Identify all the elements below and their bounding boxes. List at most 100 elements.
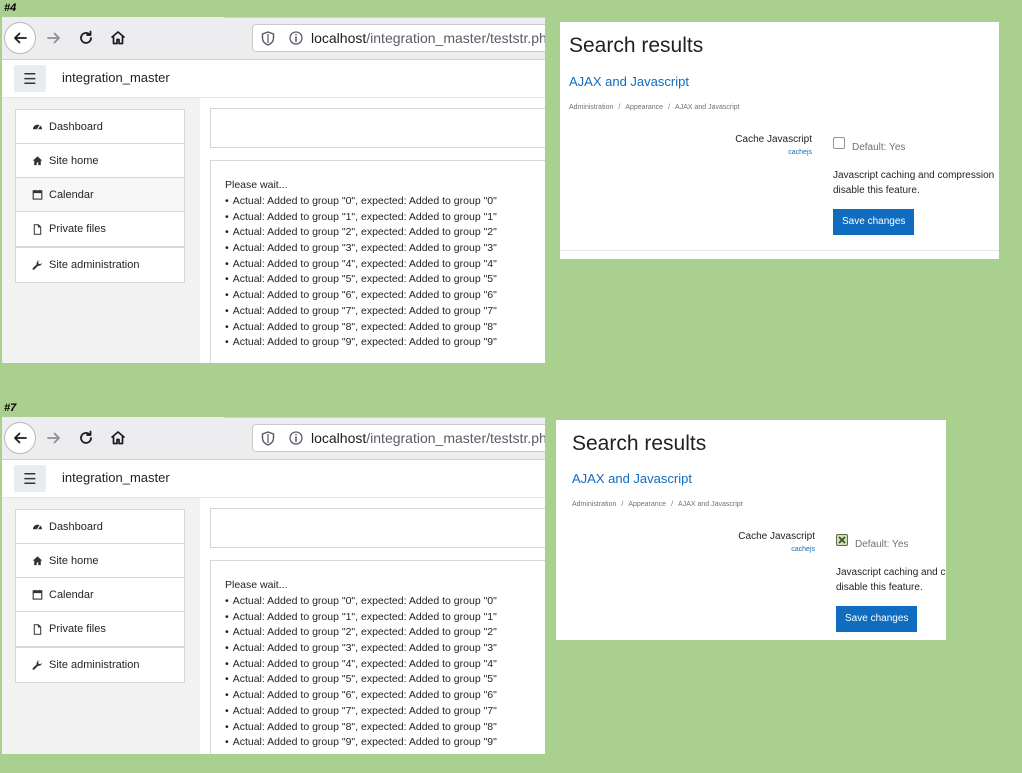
result-list: Actual: Added to group "0", expected: Ad… <box>225 194 497 351</box>
panel-label: #4 <box>4 2 17 14</box>
list-item: Actual: Added to group "4", expected: Ad… <box>225 657 497 673</box>
site-name[interactable]: integration_master <box>62 70 170 85</box>
test-output-card: Please wait... Actual: Added to group "0… <box>210 160 545 363</box>
file-icon <box>33 623 42 635</box>
search-results-panel: Search results AJAX and Javascript Admin… <box>556 420 946 640</box>
nav-item-site-home[interactable]: Site home <box>16 144 184 178</box>
shield-icon <box>261 431 275 446</box>
admin-nav: Site administration <box>15 647 185 683</box>
browser-toolbar: localhost/integration_master/teststr.php <box>2 417 545 460</box>
cache-javascript-checkbox[interactable] <box>833 137 845 149</box>
default-value: Default: Yes <box>855 539 909 550</box>
cache-javascript-checkbox[interactable] <box>836 534 848 546</box>
page-header-card <box>210 108 545 148</box>
drawer-toggle-button[interactable]: ☰ <box>14 65 46 92</box>
list-item: Actual: Added to group "0", expected: Ad… <box>225 594 497 610</box>
nav-item-dashboard[interactable]: Dashboard <box>16 110 184 144</box>
hamburger-icon: ☰ <box>23 70 37 88</box>
list-item: Actual: Added to group "9", expected: Ad… <box>225 335 497 351</box>
wrench-icon <box>32 659 42 670</box>
info-icon <box>289 431 303 445</box>
nav-item-dashboard[interactable]: Dashboard <box>16 510 184 544</box>
list-item: Actual: Added to group "8", expected: Ad… <box>225 720 497 736</box>
page-title: Search results <box>572 432 707 455</box>
breadcrumb-item[interactable]: AJAX and Javascript <box>678 501 743 508</box>
list-item: Actual: Added to group "5", expected: Ad… <box>225 272 497 288</box>
nav-item-site-administration[interactable]: Site administration <box>16 248 184 282</box>
breadcrumb: Administration / Appearance / AJAX and Javas… <box>569 104 740 111</box>
list-item: Actual: Added to group "7", expected: Ad… <box>225 304 497 320</box>
panel-label: #7 <box>4 402 17 414</box>
arrow-left-icon <box>14 32 27 44</box>
back-button[interactable] <box>4 422 36 454</box>
arrow-left-icon <box>14 432 27 444</box>
forward-button[interactable] <box>38 422 70 454</box>
arrow-right-icon <box>47 432 60 444</box>
result-link[interactable]: AJAX and Javascript <box>572 471 692 486</box>
setting-description: Javascript caching and compressiondisabl… <box>836 567 946 593</box>
site-name[interactable]: integration_master <box>62 470 170 485</box>
main-region: Please wait... Actual: Added to group "0… <box>200 98 545 363</box>
setting-key: cachejs <box>788 149 812 156</box>
check-x-icon <box>838 536 846 544</box>
home-button[interactable] <box>102 22 134 54</box>
browser-window: localhost/integration_master/teststr.php… <box>2 417 545 754</box>
save-changes-button[interactable]: Save changes <box>836 606 918 632</box>
list-item: Actual: Added to group "3", expected: Ad… <box>225 641 497 657</box>
browser-window: localhost/integration_master/teststr.php… <box>2 17 545 363</box>
browser-toolbar: localhost/integration_master/teststr.php <box>2 17 545 60</box>
house-icon <box>110 31 126 45</box>
reload-icon <box>80 30 92 44</box>
home-button[interactable] <box>102 422 134 454</box>
default-value: Default: Yes <box>852 142 906 153</box>
file-icon <box>33 223 42 235</box>
setting-description: Javascript caching and compressiondisabl… <box>833 170 995 196</box>
list-item: Actual: Added to group "6", expected: Ad… <box>225 288 497 304</box>
nav-item-site-home[interactable]: Site home <box>16 544 184 578</box>
test-output-card: Please wait... Actual: Added to group "0… <box>210 560 545 754</box>
dashboard-icon <box>32 124 43 130</box>
nav-item-private-files[interactable]: Private files <box>16 612 184 646</box>
list-item: Actual: Added to group "4", expected: Ad… <box>225 257 497 273</box>
nav-item-calendar[interactable]: Calendar <box>16 178 184 212</box>
main-region: Please wait... Actual: Added to group "0… <box>200 498 545 754</box>
arrow-right-icon <box>47 32 60 44</box>
breadcrumb-item[interactable]: Appearance <box>625 104 663 111</box>
setting-key: cachejs <box>791 546 815 553</box>
nav-item-site-administration[interactable]: Site administration <box>16 648 184 682</box>
save-changes-button[interactable]: Save changes <box>833 209 915 235</box>
list-item: Actual: Added to group "2", expected: Ad… <box>225 625 497 641</box>
breadcrumb-item[interactable]: AJAX and Javascript <box>675 104 740 111</box>
breadcrumb-item[interactable]: Administration <box>572 501 616 508</box>
shield-icon <box>261 31 275 46</box>
list-item: Actual: Added to group "2", expected: Ad… <box>225 225 497 241</box>
list-item: Actual: Added to group "3", expected: Ad… <box>225 241 497 257</box>
calendar-icon <box>32 589 43 600</box>
forward-button[interactable] <box>38 22 70 54</box>
drawer-toggle-button[interactable]: ☰ <box>14 465 46 492</box>
reload-button[interactable] <box>70 22 102 54</box>
setting-label: Cache Javascript <box>735 134 812 145</box>
home-icon <box>32 556 43 566</box>
breadcrumb-item[interactable]: Appearance <box>628 501 666 508</box>
moodle-navbar: ☰ integration_master <box>2 460 545 498</box>
url-bar[interactable]: localhost/integration_master/teststr.php <box>252 424 545 452</box>
back-button[interactable] <box>4 22 36 54</box>
reload-icon <box>80 430 92 444</box>
home-icon <box>32 156 43 166</box>
result-link[interactable]: AJAX and Javascript <box>569 74 689 89</box>
breadcrumb-item[interactable]: Administration <box>569 104 613 111</box>
divider <box>560 250 999 251</box>
setting-label: Cache Javascript <box>738 531 815 542</box>
wait-text: Please wait... <box>225 579 288 591</box>
list-item: Actual: Added to group "5", expected: Ad… <box>225 672 497 688</box>
reload-button[interactable] <box>70 422 102 454</box>
list-item: Actual: Added to group "7", expected: Ad… <box>225 704 497 720</box>
page-header-card <box>210 508 545 548</box>
info-icon <box>289 31 303 45</box>
nav-item-calendar[interactable]: Calendar <box>16 578 184 612</box>
url-bar[interactable]: localhost/integration_master/teststr.php <box>252 24 545 52</box>
dashboard-icon <box>32 524 43 530</box>
nav-item-private-files[interactable]: Private files <box>16 212 184 246</box>
list-item: Actual: Added to group "9", expected: Ad… <box>225 735 497 751</box>
